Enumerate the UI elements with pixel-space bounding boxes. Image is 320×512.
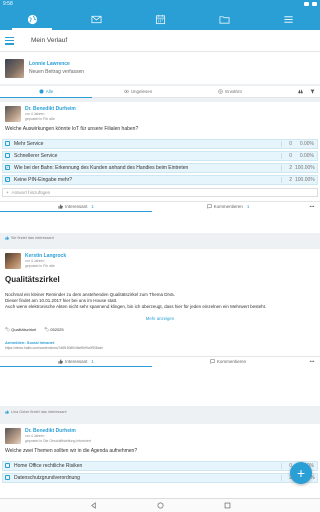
back-icon[interactable]	[90, 502, 97, 509]
plus-icon: +	[296, 465, 306, 481]
binoculars-icon[interactable]	[298, 89, 303, 94]
tag[interactable]: 🏷 Qualitätszirkel	[5, 327, 36, 332]
system-navigation-bar	[0, 498, 320, 512]
checkbox-checked[interactable]: ✓	[5, 177, 10, 183]
filter-tab-mentioned[interactable]: Erwähnt	[184, 86, 276, 98]
post-actions: Interessant 1 Kommentieren •••	[0, 356, 320, 367]
thumbs-up-icon	[5, 410, 9, 414]
checkbox[interactable]	[5, 141, 10, 147]
top-navigation	[0, 8, 320, 30]
comment-icon	[210, 359, 215, 364]
avatar	[5, 58, 24, 78]
eye-icon	[123, 89, 129, 94]
avatar[interactable]	[5, 253, 21, 269]
comment-icon	[206, 204, 212, 209]
interesting-button[interactable]: Interessant 1	[0, 357, 152, 367]
folder-icon	[219, 15, 229, 24]
post-actions: Interessant 1 Kommentieren 1 •••	[0, 201, 320, 212]
composer-user-name[interactable]: Lonnie Lawrence	[29, 61, 84, 67]
poll-option[interactable]: Datenschutzgrundverordnung 2 100.00%	[2, 472, 318, 483]
filter-icon[interactable]	[310, 89, 315, 94]
at-icon	[218, 89, 223, 94]
poll-option[interactable]: Home Office rechtliche Risiken 0 0.00%	[2, 460, 318, 471]
battery-icon	[312, 2, 317, 6]
liked-by[interactable]: Lina Gotze findet das interessant	[0, 410, 320, 414]
link-attachment[interactable]: Anmelden: Social Intranet https://demo.h…	[0, 332, 320, 350]
filter-tabs: Alle Ungelesen Erwähnt	[0, 86, 320, 98]
tab-events[interactable]	[128, 8, 192, 30]
thumbs-up-icon	[58, 203, 63, 209]
avatar[interactable]	[5, 106, 21, 122]
home-icon[interactable]	[157, 502, 164, 509]
article-title: Qualitätszirkel	[5, 275, 60, 284]
status-time: 9:58	[3, 1, 13, 7]
show-more-link[interactable]: Mehr anzeigen	[0, 316, 320, 321]
poll-option[interactable]: Schnellerer Service 0 0.00%	[2, 150, 318, 161]
poll-option[interactable]: ✓ Wie bei der Bahn: Erkennung des Kunden…	[2, 162, 318, 173]
avatar[interactable]	[5, 428, 21, 444]
poll-post: Dr. Benedikt Durheim vor 4 Jahren gepost…	[0, 424, 320, 498]
liked-by[interactable]: Sie findet das interessant	[0, 236, 320, 240]
more-options-icon[interactable]: •••	[304, 359, 320, 364]
wifi-icon	[304, 2, 309, 6]
post-composer[interactable]: Lonnie Lawrence Neuen Beitrag verfassen	[0, 52, 320, 84]
checkbox[interactable]	[5, 475, 10, 481]
thumbs-up-icon	[5, 236, 9, 240]
tag-icon: 🏷	[44, 327, 50, 332]
interesting-button[interactable]: Interessant 1	[0, 202, 152, 212]
title-bar: Mein Verlauf	[0, 30, 320, 52]
create-post-button[interactable]: +	[290, 462, 312, 484]
status-bar: 9:58	[0, 0, 320, 8]
comment-button[interactable]: Kommentieren 1	[152, 204, 304, 209]
post-location: gepostet in Die Geschäftsleitung informi…	[25, 438, 91, 443]
poll-post: Dr. Benedikt Durheim vor 4 Jahren gepost…	[0, 102, 320, 233]
composer-prompt[interactable]: Neuen Beitrag verfassen	[29, 69, 84, 75]
tag-icon: 🏷	[5, 327, 11, 332]
tab-messages[interactable]	[64, 8, 128, 30]
tag[interactable]: 🏷 052025	[44, 327, 63, 332]
recents-icon[interactable]	[224, 502, 231, 509]
poll-option[interactable]: ✓ Keine PIN-Eingabe mehr? 2 100.00%	[2, 174, 318, 185]
filter-tab-all[interactable]: Alle	[0, 86, 92, 98]
checkbox-checked[interactable]: ✓	[5, 165, 10, 171]
article-post: Kerstin Langrock vor 4 Jahren gepostet i…	[0, 249, 320, 406]
checkbox[interactable]	[5, 153, 10, 159]
more-options-icon[interactable]: •••	[304, 204, 320, 209]
tab-files[interactable]	[192, 8, 256, 30]
post-location: gepostet in Für alle	[25, 116, 55, 121]
mail-icon	[91, 15, 101, 23]
article-body: Nochmal ein kleiner Reminder zu dem anst…	[5, 292, 267, 309]
hamburger-menu-button[interactable]	[5, 36, 14, 45]
poll-option[interactable]: Mehr Service 0 0.00%	[2, 138, 318, 149]
tab-menu[interactable]	[256, 8, 320, 30]
comment-button[interactable]: Kommentieren	[152, 359, 304, 364]
post-location: gepostet in Für alle	[25, 263, 55, 268]
thumbs-up-icon	[58, 358, 63, 364]
menu-icon	[283, 15, 293, 23]
globe-icon	[39, 88, 44, 94]
tab-timeline[interactable]	[0, 8, 64, 30]
page-title: Mein Verlauf	[31, 37, 68, 44]
add-answer-input[interactable]: + Antwort hinzufügen	[2, 188, 318, 197]
checkbox[interactable]	[5, 463, 10, 469]
calendar-icon	[155, 14, 165, 24]
filter-tab-unread[interactable]: Ungelesen	[92, 86, 184, 98]
plus-icon: +	[6, 190, 9, 195]
globe-icon	[27, 14, 37, 24]
